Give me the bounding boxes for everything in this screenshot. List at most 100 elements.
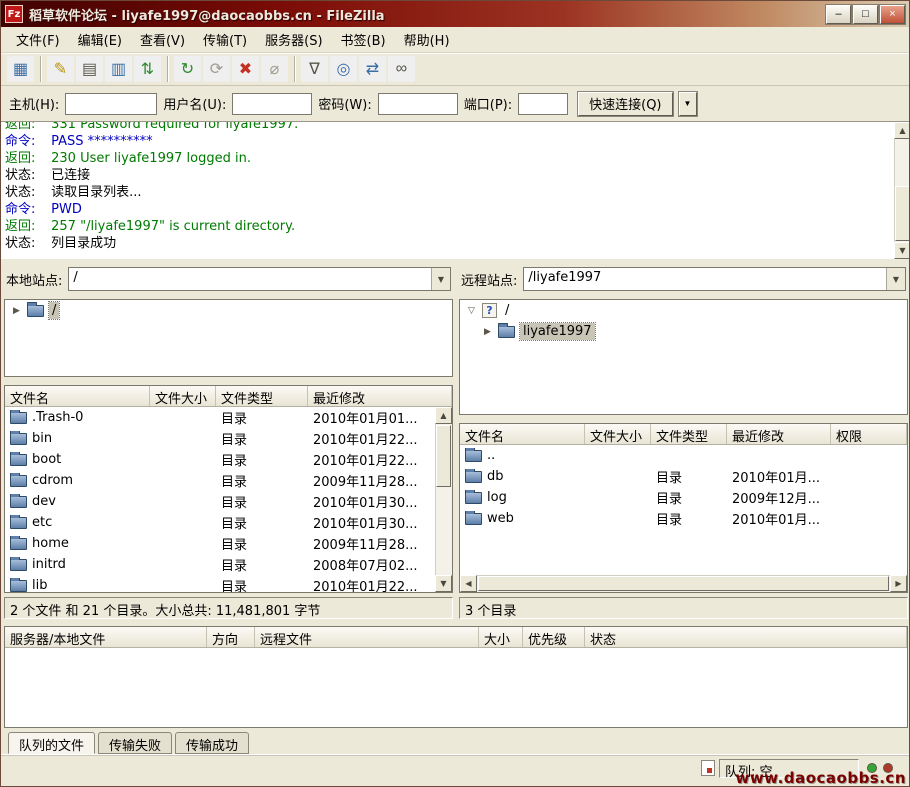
- menu-item[interactable]: 帮助(H): [395, 26, 459, 53]
- column-filename[interactable]: 文件名: [5, 386, 150, 406]
- process-queue-button[interactable]: ⟳: [203, 56, 230, 82]
- remote-site-combo[interactable]: /liyafe1997 ▼: [523, 267, 906, 291]
- column-filesize[interactable]: 文件大小: [150, 386, 216, 406]
- menu-item[interactable]: 查看(V): [131, 26, 194, 53]
- find-files-button[interactable]: ∞: [388, 56, 415, 82]
- quickconnect-button[interactable]: 快速连接(Q): [578, 92, 672, 116]
- column-direction[interactable]: 方向: [207, 627, 255, 647]
- file-row[interactable]: dev 目录 2010年01月30...: [5, 491, 435, 512]
- column-priority[interactable]: 优先级: [523, 627, 585, 647]
- maximize-button[interactable]: □: [853, 5, 878, 24]
- port-input[interactable]: [518, 93, 568, 115]
- column-size[interactable]: 大小: [479, 627, 523, 647]
- column-filename[interactable]: 文件名: [460, 424, 585, 444]
- message-indicator-icon[interactable]: [701, 760, 715, 776]
- scroll-thumb[interactable]: [895, 186, 910, 241]
- expander-icon[interactable]: ▶: [482, 327, 493, 337]
- local-directory-tree[interactable]: ▶ /: [4, 299, 453, 377]
- toggle-local-tree-button[interactable]: ▤: [76, 56, 103, 82]
- file-row[interactable]: home 目录 2009年11月28...: [5, 533, 435, 554]
- remote-directory-tree[interactable]: ▽ ? / ▶ liyafe1997: [459, 299, 908, 415]
- scroll-thumb[interactable]: [478, 576, 889, 591]
- toolbar-separator[interactable]: [163, 56, 172, 82]
- column-modified[interactable]: 最近修改: [308, 386, 452, 406]
- chevron-down-icon[interactable]: ▼: [431, 268, 450, 290]
- expander-icon[interactable]: ▶: [11, 306, 22, 316]
- username-input[interactable]: [232, 93, 312, 115]
- remote-list-hscrollbar[interactable]: ◀ ▶: [460, 575, 907, 592]
- column-server-local-file[interactable]: 服务器/本地文件: [5, 627, 207, 647]
- queue-tab[interactable]: 传输成功: [175, 732, 249, 754]
- file-row[interactable]: bin 目录 2010年01月22...: [5, 428, 435, 449]
- scroll-right-button[interactable]: ▶: [890, 575, 907, 592]
- filter-button[interactable]: ∇: [301, 56, 328, 82]
- toggle-queue-button[interactable]: ⇅: [134, 56, 161, 82]
- column-modified[interactable]: 最近修改: [727, 424, 831, 444]
- column-permissions[interactable]: 权限: [831, 424, 907, 444]
- file-row[interactable]: db 目录 2010年01月...: [460, 466, 907, 487]
- toggle-message-log-button[interactable]: ✎: [47, 56, 74, 82]
- local-list-scrollbar[interactable]: ▲ ▼: [435, 407, 452, 592]
- directory-compare-button[interactable]: ◎: [330, 56, 357, 82]
- sync-browse-button[interactable]: ⇄: [359, 56, 386, 82]
- chevron-down-icon[interactable]: ▼: [886, 268, 905, 290]
- file-row[interactable]: cdrom 目录 2009年11月28...: [5, 470, 435, 491]
- refresh-button[interactable]: ↻: [174, 56, 201, 82]
- file-row[interactable]: log 目录 2009年12月...: [460, 487, 907, 508]
- local-site-combo[interactable]: / ▼: [68, 267, 451, 291]
- quickconnect-dropdown-button[interactable]: ▼: [679, 92, 697, 116]
- filezilla-app-icon: Fz: [5, 5, 23, 23]
- queue-tab[interactable]: 队列的文件: [8, 732, 95, 754]
- password-input[interactable]: [378, 93, 458, 115]
- minimize-button[interactable]: –: [826, 5, 851, 24]
- local-file-list[interactable]: 文件名 文件大小 文件类型 最近修改 .Trash-0 目录 2010年01月0…: [4, 385, 453, 593]
- column-filesize[interactable]: 文件大小: [585, 424, 651, 444]
- remote-tree-root-label[interactable]: /: [502, 302, 512, 319]
- tree-row[interactable]: ▽ ? /: [460, 300, 907, 321]
- column-filetype[interactable]: 文件类型: [216, 386, 308, 406]
- scroll-thumb[interactable]: [436, 425, 451, 487]
- log-scrollbar[interactable]: ▲ ▼: [894, 122, 910, 259]
- disconnect-button[interactable]: ⌀: [261, 56, 288, 82]
- file-row[interactable]: lib 目录 2010年01月22...: [5, 575, 435, 592]
- file-row[interactable]: initrd 目录 2008年07月02...: [5, 554, 435, 575]
- log-line: 状态: 已连接: [5, 167, 910, 184]
- menu-item[interactable]: 文件(F): [7, 26, 69, 53]
- folder-icon: [10, 475, 27, 487]
- toggle-remote-tree-button[interactable]: ▥: [105, 56, 132, 82]
- queue-list[interactable]: 服务器/本地文件 方向 远程文件 大小 优先级 状态: [4, 626, 908, 728]
- queue-tab[interactable]: 传输失败: [98, 732, 172, 754]
- host-input[interactable]: [65, 93, 157, 115]
- file-row[interactable]: .Trash-0 目录 2010年01月01...: [5, 407, 435, 428]
- scroll-down-button[interactable]: ▼: [894, 242, 910, 259]
- file-row[interactable]: etc 目录 2010年01月30...: [5, 512, 435, 533]
- menu-item[interactable]: 编辑(E): [69, 26, 131, 53]
- toolbar-separator[interactable]: [36, 56, 45, 82]
- titlebar[interactable]: Fz 稻草软件论坛 - liyafe1997@daocaobbs.cn - Fi…: [1, 1, 909, 27]
- message-log[interactable]: 返回: 331 Password required for liyafe1997…: [1, 122, 910, 259]
- tree-row[interactable]: ▶ liyafe1997: [460, 321, 907, 342]
- menu-item[interactable]: 传输(T): [194, 26, 256, 53]
- expander-icon[interactable]: ▽: [466, 306, 477, 316]
- file-type: 目录: [651, 509, 727, 528]
- local-tree-root-label[interactable]: /: [49, 302, 59, 319]
- menu-item[interactable]: 服务器(S): [256, 26, 331, 53]
- scroll-down-button[interactable]: ▼: [435, 575, 452, 592]
- cancel-operation-button[interactable]: ✖: [232, 56, 259, 82]
- column-filetype[interactable]: 文件类型: [651, 424, 727, 444]
- site-manager-button[interactable]: ▦: [7, 56, 34, 82]
- file-row[interactable]: web 目录 2010年01月...: [460, 508, 907, 529]
- column-status[interactable]: 状态: [585, 627, 907, 647]
- close-button[interactable]: ×: [880, 5, 905, 24]
- remote-file-list[interactable]: 文件名 文件大小 文件类型 最近修改 权限 ..: [459, 423, 908, 593]
- scroll-up-button[interactable]: ▲: [435, 407, 452, 424]
- scroll-up-button[interactable]: ▲: [894, 122, 910, 139]
- file-row[interactable]: boot 目录 2010年01月22...: [5, 449, 435, 470]
- remote-tree-child-label[interactable]: liyafe1997: [520, 323, 595, 340]
- menu-item[interactable]: 书签(B): [332, 26, 395, 53]
- toolbar-separator[interactable]: [290, 56, 299, 82]
- tree-row[interactable]: ▶ /: [5, 300, 452, 321]
- column-remote-file[interactable]: 远程文件: [255, 627, 479, 647]
- scroll-left-button[interactable]: ◀: [460, 575, 477, 592]
- file-row[interactable]: ..: [460, 445, 907, 466]
